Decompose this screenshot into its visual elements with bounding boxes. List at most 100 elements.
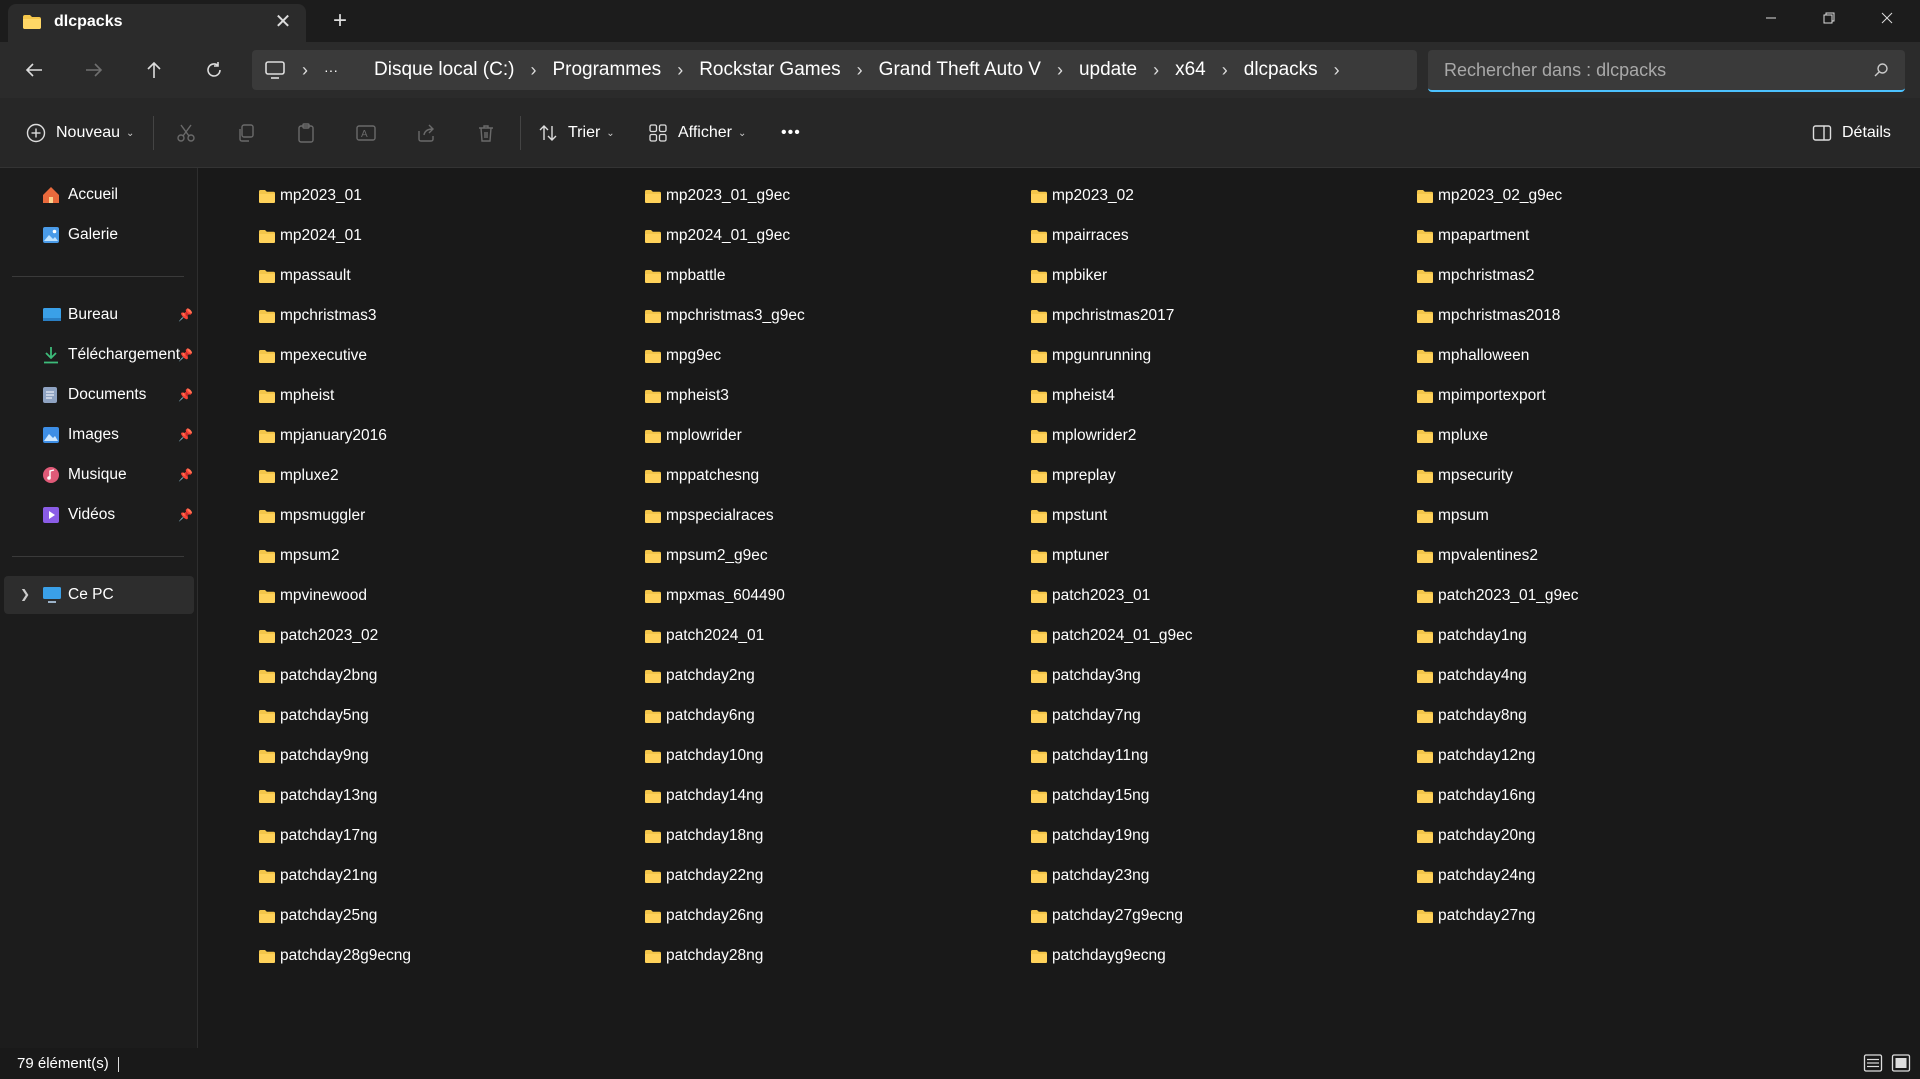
folder-item[interactable]: patchday28g9ecng <box>258 942 411 970</box>
folder-item[interactable]: mp2023_01_g9ec <box>644 182 790 210</box>
folder-item[interactable]: patchday17ng <box>258 822 377 850</box>
cut-icon[interactable] <box>173 120 199 146</box>
chevron-right-icon[interactable]: › <box>302 60 308 81</box>
folder-item[interactable]: patchday12ng <box>1416 742 1535 770</box>
folder-item[interactable]: patchday6ng <box>644 702 755 730</box>
folder-item[interactable]: mpg9ec <box>644 342 721 370</box>
folder-item[interactable]: patchday4ng <box>1416 662 1527 690</box>
folder-item[interactable]: mptuner <box>1030 542 1109 570</box>
sidebar-item-musique[interactable]: Musique 📌 <box>0 456 196 494</box>
folder-item[interactable]: mpassault <box>258 262 351 290</box>
sidebar-item-telechargement[interactable]: Téléchargement 📌 <box>0 336 196 374</box>
sort-button[interactable]: Trier ⌄ <box>538 118 615 148</box>
address-bar[interactable]: › ··· Disque local (C:) › Programmes › R… <box>252 50 1417 90</box>
folder-item[interactable]: mpjanuary2016 <box>258 422 387 450</box>
chevron-right-icon[interactable]: › <box>1334 60 1340 81</box>
folder-item[interactable]: patch2023_01_g9ec <box>1416 582 1579 610</box>
breadcrumb-rockstar-games[interactable]: Rockstar Games <box>699 59 840 81</box>
folder-item[interactable]: mpheist3 <box>644 382 729 410</box>
breadcrumb-programmes[interactable]: Programmes <box>552 59 661 81</box>
sidebar-item-videos[interactable]: Vidéos 📌 <box>0 496 196 534</box>
folder-item[interactable]: mpsmuggler <box>258 502 365 530</box>
tab-dlcpacks[interactable]: dlcpacks ✕ <box>8 4 306 42</box>
breadcrumb-gta-v[interactable]: Grand Theft Auto V <box>879 59 1041 81</box>
chevron-right-icon[interactable]: › <box>1222 60 1228 81</box>
folder-item[interactable]: patchday19ng <box>1030 822 1149 850</box>
folder-item[interactable]: patchday15ng <box>1030 782 1149 810</box>
sidebar-item-documents[interactable]: Documents 📌 <box>0 376 196 414</box>
breadcrumb-dlcpacks[interactable]: dlcpacks <box>1244 59 1318 81</box>
sidebar-item-images[interactable]: Images 📌 <box>0 416 196 454</box>
folder-item[interactable]: patchday13ng <box>258 782 377 810</box>
folder-item[interactable]: patchday7ng <box>1030 702 1141 730</box>
folder-item[interactable]: mphalloween <box>1416 342 1529 370</box>
folder-item[interactable]: patchday3ng <box>1030 662 1141 690</box>
folder-item[interactable]: patchday14ng <box>644 782 763 810</box>
chevron-right-icon[interactable]: › <box>530 60 536 81</box>
refresh-button[interactable] <box>196 52 232 88</box>
folder-item[interactable]: mpsecurity <box>1416 462 1513 490</box>
folder-item[interactable]: mpluxe <box>1416 422 1488 450</box>
folder-item[interactable]: mplowrider2 <box>1030 422 1136 450</box>
folder-item[interactable]: mpvinewood <box>258 582 367 610</box>
sidebar-item-bureau[interactable]: Bureau 📌 <box>0 296 196 334</box>
chevron-right-icon[interactable]: › <box>1057 60 1063 81</box>
folder-item[interactable]: patchday16ng <box>1416 782 1535 810</box>
folder-item[interactable]: patchday1ng <box>1416 622 1527 650</box>
folder-item[interactable]: patch2023_02 <box>258 622 378 650</box>
chevron-right-icon[interactable]: › <box>677 60 683 81</box>
more-options-button[interactable]: ••• <box>781 118 801 148</box>
folder-item[interactable]: mpluxe2 <box>258 462 339 490</box>
details-button[interactable]: Détails <box>1812 118 1891 148</box>
folder-item[interactable]: mpheist4 <box>1030 382 1115 410</box>
folder-item[interactable]: patchday8ng <box>1416 702 1527 730</box>
folder-item[interactable]: patchday22ng <box>644 862 763 890</box>
chevron-right-icon[interactable]: › <box>857 60 863 81</box>
up-button[interactable] <box>136 52 172 88</box>
folder-item[interactable]: patchday2ng <box>644 662 755 690</box>
folder-item[interactable]: mpchristmas2 <box>1416 262 1534 290</box>
folder-item[interactable]: patchday9ng <box>258 742 369 770</box>
computer-icon[interactable] <box>264 60 286 80</box>
folder-item[interactable]: patchday11ng <box>1030 742 1148 770</box>
folder-item[interactable]: mpimportexport <box>1416 382 1546 410</box>
folder-item[interactable]: mp2024_01_g9ec <box>644 222 790 250</box>
folder-item[interactable]: mpgunrunning <box>1030 342 1151 370</box>
folder-item[interactable]: patchday2bng <box>258 662 377 690</box>
breadcrumb-disque-local[interactable]: Disque local (C:) <box>374 59 514 81</box>
folder-item[interactable]: mpbiker <box>1030 262 1107 290</box>
folder-item[interactable]: patchday27ng <box>1416 902 1535 930</box>
folder-item[interactable]: patchday28ng <box>644 942 763 970</box>
pin-icon[interactable]: 📌 <box>178 388 193 402</box>
sidebar-item-ce-pc[interactable]: ❯ Ce PC <box>4 576 194 614</box>
folder-item[interactable]: mpapartment <box>1416 222 1529 250</box>
new-button[interactable]: Nouveau ⌄ <box>26 118 134 148</box>
folder-item[interactable]: mpvalentines2 <box>1416 542 1538 570</box>
copy-icon[interactable] <box>233 120 259 146</box>
pin-icon[interactable]: 📌 <box>178 508 193 522</box>
folder-item[interactable]: patchday20ng <box>1416 822 1535 850</box>
new-tab-button[interactable]: + <box>326 8 354 36</box>
back-button[interactable] <box>16 52 52 88</box>
rename-icon[interactable]: A <box>353 120 379 146</box>
folder-item[interactable]: mp2024_01 <box>258 222 362 250</box>
search-input[interactable] <box>1444 59 1844 81</box>
close-window-button[interactable] <box>1858 0 1916 36</box>
pin-icon[interactable]: 📌 <box>178 308 193 322</box>
search-icon[interactable] <box>1873 62 1889 83</box>
folder-item[interactable]: patch2024_01_g9ec <box>1030 622 1193 650</box>
minimize-button[interactable] <box>1742 0 1800 36</box>
folder-item[interactable]: mpchristmas3_g9ec <box>644 302 805 330</box>
delete-icon[interactable] <box>473 120 499 146</box>
folder-item[interactable]: patchday24ng <box>1416 862 1535 890</box>
pin-icon[interactable]: 📌 <box>178 428 193 442</box>
folder-item[interactable]: mpspecialraces <box>644 502 774 530</box>
folder-item[interactable]: mpsum2 <box>258 542 339 570</box>
folder-item[interactable]: mpexecutive <box>258 342 367 370</box>
folder-item[interactable]: mpheist <box>258 382 334 410</box>
breadcrumb-x64[interactable]: x64 <box>1175 59 1206 81</box>
folder-item[interactable]: mpsum2_g9ec <box>644 542 768 570</box>
folder-item[interactable]: patch2023_01 <box>1030 582 1150 610</box>
folder-item[interactable]: patchday5ng <box>258 702 369 730</box>
folder-item[interactable]: mpxmas_604490 <box>644 582 785 610</box>
